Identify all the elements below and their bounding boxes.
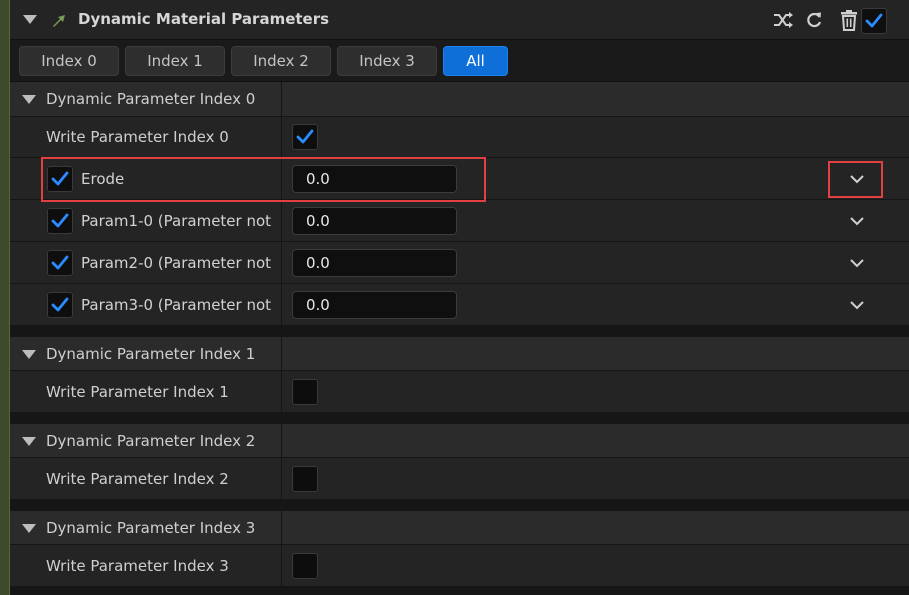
write-parameter-index-3-checkbox[interactable]: [292, 552, 318, 579]
category-dynamic-parameter-index-1[interactable]: Dynamic Parameter Index 1: [10, 337, 909, 371]
category-title: Dynamic Parameter Index 2: [46, 431, 256, 450]
tab-index-1[interactable]: Index 1: [125, 46, 225, 76]
tab-index-2[interactable]: Index 2: [231, 46, 331, 76]
enabled-check-icon: [865, 13, 883, 28]
check-icon: [51, 213, 69, 227]
expand-arrow-icon[interactable]: [22, 523, 36, 533]
expand-arrow-icon[interactable]: [22, 95, 36, 104]
property-row-write-parameter-index-3: Write Parameter Index 3: [10, 545, 909, 587]
index-tab-bar: Index 0 Index 1 Index 2 Index 3 All: [10, 40, 909, 82]
category-dynamic-parameter-index-2[interactable]: Dynamic Parameter Index 2: [10, 424, 909, 458]
module-accent-bar: [0, 0, 10, 595]
tab-all[interactable]: All: [443, 46, 508, 76]
module-header[interactable]: Dynamic Material Parameters: [10, 0, 909, 40]
chevron-down-icon[interactable]: [849, 297, 865, 313]
param2-0-enable-checkbox[interactable]: [47, 249, 73, 276]
category-title: Dynamic Parameter Index 1: [46, 344, 256, 363]
chevron-down-icon[interactable]: [849, 213, 865, 229]
property-label: Write Parameter Index 2: [46, 469, 229, 488]
module-enabled-checkbox[interactable]: [861, 8, 887, 34]
erode-enable-checkbox[interactable]: [47, 165, 73, 192]
check-icon: [296, 129, 314, 144]
tab-index-3[interactable]: Index 3: [337, 46, 437, 76]
collapse-arrow-icon[interactable]: [23, 15, 37, 24]
param-row-param3-0: Param3-0 (Parameter not used) 0.0: [10, 284, 909, 326]
param-row-param2-0: Param2-0 (Parameter not used) 0.0: [10, 242, 909, 284]
write-parameter-index-1-checkbox[interactable]: [292, 378, 318, 405]
property-row-write-parameter-index-0: Write Parameter Index 0: [10, 117, 909, 158]
property-row-write-parameter-index-2: Write Parameter Index 2: [10, 458, 909, 500]
chevron-down-icon[interactable]: [849, 255, 865, 271]
trash-icon[interactable]: [836, 7, 862, 33]
module-title: Dynamic Material Parameters: [78, 10, 330, 28]
tab-index-0[interactable]: Index 0: [19, 46, 119, 76]
param-row-erode: Erode 0.0: [10, 158, 909, 200]
check-icon: [51, 297, 69, 311]
param1-0-value-input[interactable]: 0.0: [292, 206, 457, 235]
category-dynamic-parameter-index-0[interactable]: Dynamic Parameter Index 0: [10, 82, 909, 117]
param2-0-value-input[interactable]: 0.0: [292, 248, 457, 277]
param-label: Param3-0 (Parameter not used): [81, 295, 273, 314]
property-label: Write Parameter Index 0: [46, 128, 229, 146]
expand-arrow-icon[interactable]: [22, 349, 36, 359]
property-label: Write Parameter Index 1: [46, 382, 229, 401]
category-title: Dynamic Parameter Index 0: [46, 90, 256, 108]
property-label: Write Parameter Index 3: [46, 556, 229, 575]
param-label: Erode: [81, 169, 125, 188]
erode-value-input[interactable]: 0.0: [292, 164, 457, 193]
dynamic-material-parameters-panel: Dynamic Material Parameters Index 0 Inde…: [0, 0, 909, 595]
check-icon: [51, 255, 69, 269]
param3-0-enable-checkbox[interactable]: [47, 291, 73, 318]
refresh-icon[interactable]: [801, 7, 827, 33]
property-row-write-parameter-index-1: Write Parameter Index 1: [10, 371, 909, 413]
param-row-param1-0: Param1-0 (Parameter not used) 0.0: [10, 200, 909, 242]
category-dynamic-parameter-index-3[interactable]: Dynamic Parameter Index 3: [10, 511, 909, 545]
expand-arrow-icon[interactable]: [22, 436, 36, 446]
write-parameter-index-0-checkbox[interactable]: [292, 124, 318, 150]
check-icon: [51, 171, 69, 185]
module-icon: [50, 10, 70, 30]
category-title: Dynamic Parameter Index 3: [46, 518, 256, 537]
write-parameter-index-2-checkbox[interactable]: [292, 465, 318, 492]
shuffle-icon[interactable]: [770, 7, 796, 33]
param-label: Param1-0 (Parameter not used): [81, 211, 273, 230]
param1-0-enable-checkbox[interactable]: [47, 207, 73, 234]
param3-0-value-input[interactable]: 0.0: [292, 290, 457, 319]
param-label: Param2-0 (Parameter not used): [81, 253, 273, 272]
parameters-list: Dynamic Parameter Index 0 Write Paramete…: [10, 82, 909, 595]
chevron-down-icon[interactable]: [849, 171, 865, 187]
